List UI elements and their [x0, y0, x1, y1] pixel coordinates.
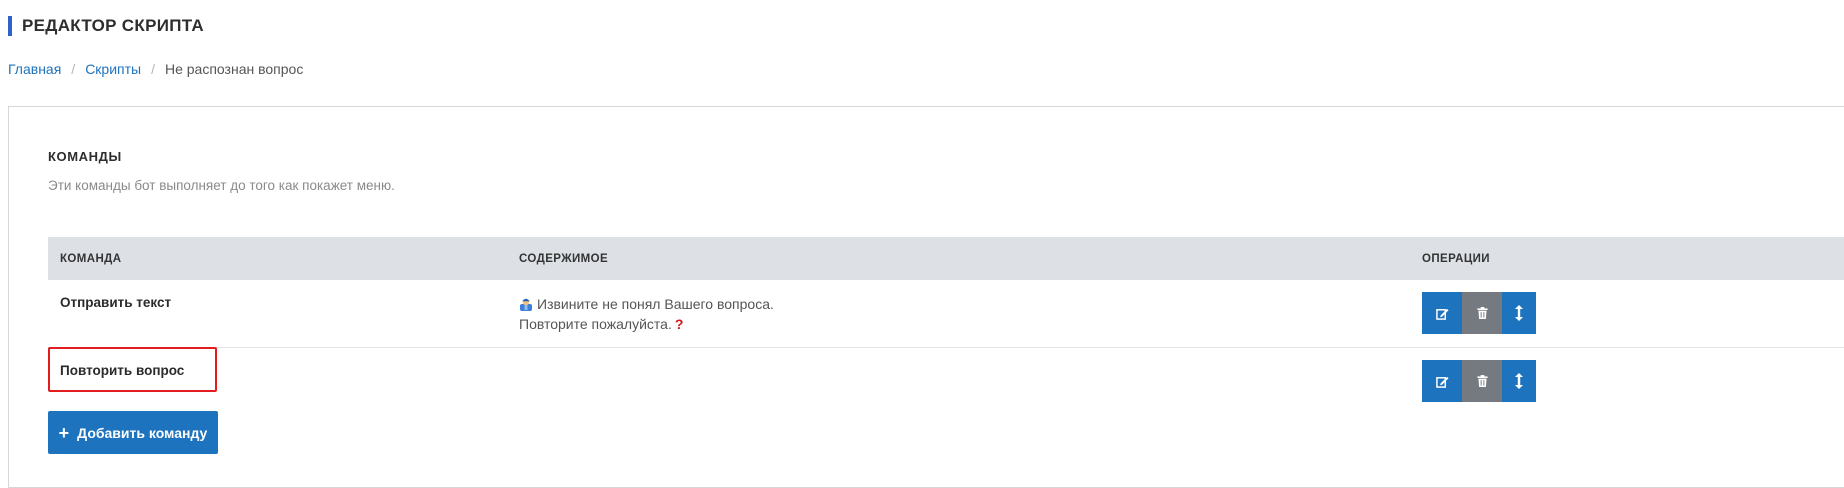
breadcrumb-scripts-link[interactable]: Скрипты: [85, 61, 141, 77]
table-row: Повторить вопрос: [48, 348, 1844, 415]
table-header: КОМАНДА СОДЕРЖИМОЕ ОПЕРАЦИИ: [48, 237, 1844, 280]
section-description: Эти команды бот выполняет до того как по…: [48, 178, 395, 193]
plus-icon: +: [58, 422, 70, 443]
move-button[interactable]: [1502, 360, 1536, 402]
worker-emoji-icon: [520, 298, 532, 311]
column-header-content: СОДЕРЖИМОЕ: [519, 252, 609, 265]
add-command-label: Добавить команду: [77, 424, 208, 441]
trash-icon: [1476, 375, 1488, 387]
row-operations: [1422, 292, 1536, 334]
page-title: РЕДАКТОР СКРИПТА: [22, 16, 204, 35]
section-title: КОМАНДЫ: [48, 149, 122, 164]
edit-icon: [1435, 308, 1449, 320]
edit-icon: [1435, 376, 1449, 388]
question-mark-emoji-icon: ?: [674, 316, 684, 332]
table-row: Отправить текст Извините не понял Вашего…: [48, 280, 1844, 348]
row-operations: [1422, 360, 1536, 402]
column-header-command: КОМАНДА: [60, 252, 122, 265]
edit-button[interactable]: [1422, 360, 1462, 402]
edit-button[interactable]: [1422, 292, 1462, 334]
content-line-1: Извините не понял Вашего вопроса.: [537, 296, 774, 312]
trash-icon: [1476, 307, 1488, 319]
delete-button[interactable]: [1462, 292, 1502, 334]
delete-button[interactable]: [1462, 360, 1502, 402]
command-content: Извините не понял Вашего вопроса. Повтор…: [519, 294, 774, 334]
column-header-operations: ОПЕРАЦИИ: [1422, 252, 1490, 265]
breadcrumb-home-link[interactable]: Главная: [8, 61, 61, 77]
command-name: Отправить текст: [60, 295, 172, 310]
commands-table: КОМАНДА СОДЕРЖИМОЕ ОПЕРАЦИИ Отправить те…: [48, 237, 1844, 415]
move-vertical-icon: [1515, 373, 1523, 389]
move-vertical-icon: [1515, 305, 1523, 321]
breadcrumb: Главная / Скрипты / Не распознан вопрос: [8, 61, 303, 77]
add-command-button[interactable]: + Добавить команду: [48, 411, 218, 454]
breadcrumb-separator: /: [71, 61, 76, 77]
highlight-box: [48, 347, 217, 392]
commands-panel: КОМАНДЫ Эти команды бот выполняет до тог…: [8, 106, 1844, 488]
breadcrumb-separator: /: [151, 61, 155, 77]
page-header: РЕДАКТОР СКРИПТА: [8, 16, 204, 36]
move-button[interactable]: [1502, 292, 1536, 334]
content-line-2: Повторите пожалуйста.: [519, 316, 672, 332]
breadcrumb-current: Не распознан вопрос: [164, 61, 304, 77]
